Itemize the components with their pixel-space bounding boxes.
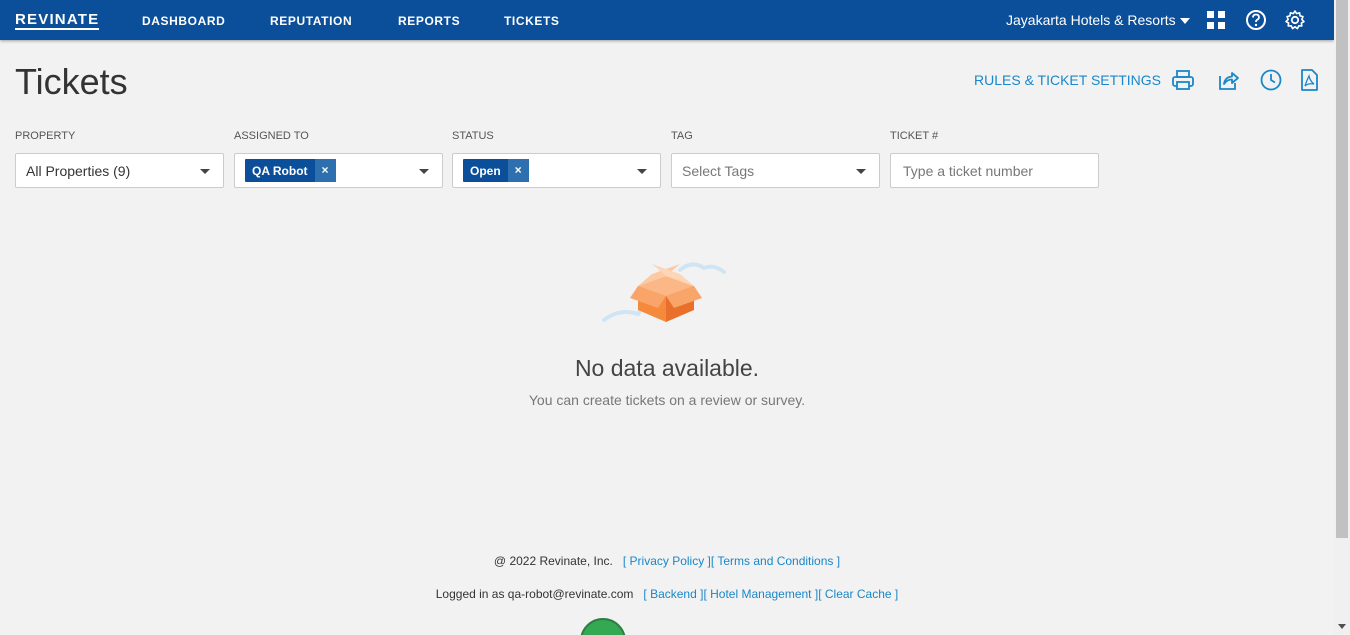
backend-link[interactable]: [ Backend ] (643, 587, 703, 601)
dropdown-arrow-icon (419, 169, 429, 174)
top-navigation-bar: REVINATE DASHBOARD REPUTATION REPORTS TI… (0, 0, 1334, 40)
ticket-number-label: TICKET # (890, 130, 939, 142)
ticket-number-filter: TICKET # (890, 130, 1099, 188)
empty-state-title: No data available. (574, 355, 760, 381)
vertical-scrollbar[interactable] (1334, 0, 1350, 635)
copyright-text: @ 2022 Revinate, Inc. (493, 554, 613, 568)
share-icon[interactable] (1216, 68, 1240, 92)
tag-label: TAG (671, 130, 693, 142)
assigned-to-select[interactable]: QA Robot × (234, 153, 443, 188)
empty-box-icon (602, 262, 726, 322)
status-select[interactable]: Open × (452, 153, 661, 188)
hotel-selector-label: Jayakarta Hotels & Resorts (1006, 12, 1176, 28)
terms-link[interactable]: [ Terms and Conditions ] (711, 554, 840, 568)
remove-chip-icon[interactable]: × (507, 159, 529, 182)
assigned-chip-label: QA Robot (252, 164, 308, 178)
assigned-to-label: ASSIGNED TO (234, 130, 309, 142)
dropdown-arrow-icon (637, 169, 647, 174)
ticket-number-input[interactable] (890, 153, 1099, 188)
footer-login-line: Logged in as qa-robot@revinate.com [ Bac… (0, 587, 1334, 601)
dropdown-arrow-icon (200, 169, 210, 174)
history-clock-icon[interactable] (1259, 68, 1283, 92)
rules-ticket-settings-link[interactable]: RULES & TICKET SETTINGS (974, 72, 1161, 88)
nav-reputation[interactable]: REPUTATION (270, 14, 352, 28)
apps-grid-icon[interactable] (1205, 9, 1227, 31)
logged-in-text: Logged in as qa-robot@revinate.com (435, 587, 634, 601)
status-label: STATUS (452, 130, 494, 142)
help-icon[interactable] (1245, 9, 1267, 31)
status-filter: STATUS Open × (452, 130, 661, 188)
tag-placeholder: Select Tags (682, 163, 755, 179)
status-chip-label: Open (470, 164, 501, 178)
scroll-down-arrow-icon[interactable] (1338, 624, 1346, 629)
tag-filter: TAG Select Tags (671, 130, 880, 188)
nav-dashboard[interactable]: DASHBOARD (142, 14, 225, 28)
revinate-logo[interactable]: REVINATE (15, 11, 100, 30)
status-chip: Open × (463, 159, 529, 182)
property-select[interactable]: All Properties (9) (15, 153, 224, 188)
assigned-to-filter: ASSIGNED TO QA Robot × (234, 130, 443, 188)
remove-chip-icon[interactable]: × (314, 159, 336, 182)
caret-down-icon (1179, 18, 1190, 25)
empty-state-subtitle: You can create tickets on a review or su… (528, 392, 806, 408)
settings-gear-icon[interactable] (1284, 9, 1306, 31)
pdf-icon[interactable] (1297, 68, 1321, 92)
nav-reports[interactable]: REPORTS (398, 14, 460, 28)
property-label: PROPERTY (15, 130, 76, 142)
hotel-selector[interactable]: Jayakarta Hotels & Resorts (1006, 12, 1190, 28)
nav-tickets[interactable]: TICKETS (504, 14, 560, 28)
privacy-policy-link[interactable]: [ Privacy Policy ] (623, 554, 711, 568)
page-title: Tickets (15, 61, 128, 102)
tag-select[interactable]: Select Tags (671, 153, 880, 188)
property-filter: PROPERTY All Properties (9) (15, 130, 224, 188)
assigned-chip: QA Robot × (245, 159, 336, 182)
footer-copyright-line: @ 2022 Revinate, Inc. [ Privacy Policy ]… (0, 554, 1334, 568)
property-value: All Properties (9) (26, 163, 131, 179)
tripadvisor-badge-icon (580, 618, 626, 635)
hotel-management-link[interactable]: [ Hotel Management ] (703, 587, 818, 601)
scrollbar-thumb[interactable] (1336, 0, 1348, 538)
print-icon[interactable] (1171, 68, 1195, 92)
dropdown-arrow-icon (856, 169, 866, 174)
clear-cache-link[interactable]: [ Clear Cache ] (818, 587, 898, 601)
